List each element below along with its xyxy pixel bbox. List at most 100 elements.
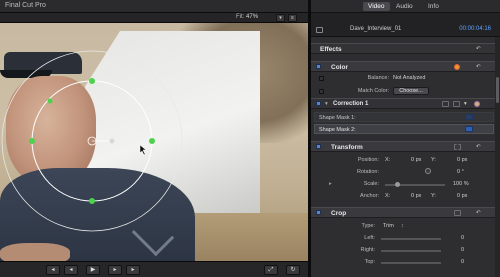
crop-left-label: Left: [364, 235, 375, 241]
transform-onscreen-icon[interactable] [454, 144, 461, 150]
next-frame-icon[interactable]: ▸ [126, 265, 140, 275]
crop-title: Crop [331, 210, 347, 217]
scale-slider-knob[interactable] [395, 182, 400, 187]
rotation-dial[interactable] [425, 168, 431, 174]
mask-handle-right[interactable] [149, 138, 155, 144]
position-y-label: Y: [431, 157, 436, 163]
step-forward-icon[interactable]: ▸ [108, 265, 122, 275]
crop-type-value[interactable]: Trim [383, 223, 394, 229]
position-y-value[interactable]: 0 px [457, 157, 467, 163]
transform-enable-checkbox[interactable] [316, 144, 321, 149]
crop-top-label: Top: [364, 259, 375, 265]
effects-title: Effects [320, 46, 342, 53]
zoom-value: 47% [246, 14, 259, 20]
scroll-thumb[interactable] [496, 77, 499, 103]
correction-title: Correction 1 [333, 101, 369, 107]
anchor-y-value[interactable]: 0 px [457, 193, 467, 199]
crop-right-slider[interactable] [381, 250, 441, 252]
shape-mask-1-label: Shape Mask 1: [319, 115, 356, 121]
rotation-value[interactable]: 0 ° [457, 169, 464, 175]
reset-effects-icon[interactable]: ↶ [476, 46, 481, 52]
crop-left-slider[interactable] [381, 238, 441, 240]
crop-left-value[interactable]: 0 [461, 235, 464, 241]
color-section-header[interactable]: Color ↶ [311, 61, 495, 72]
crop-top-slider[interactable] [381, 262, 441, 264]
correction-enable-checkbox[interactable] [316, 101, 321, 106]
previous-frame-icon[interactable]: ◂ [46, 265, 60, 275]
mask-handle-bottom[interactable] [89, 198, 95, 204]
crop-top-value[interactable]: 0 [461, 259, 464, 265]
loop-icon[interactable]: ↻ [286, 265, 300, 275]
color-enable-checkbox[interactable] [316, 64, 321, 69]
video-frame[interactable] [0, 23, 308, 261]
scale-label: Scale: [363, 181, 379, 187]
crop-enable-checkbox[interactable] [316, 210, 321, 215]
scale-slider[interactable] [385, 184, 445, 186]
clip-name: Dave_Interview_01 [350, 26, 402, 32]
shape-mask-2-row[interactable]: Shape Mask 2: [314, 124, 494, 134]
match-color-checkbox[interactable] [319, 89, 324, 94]
mask-rotation-handle[interactable] [109, 138, 115, 144]
crop-onscreen-icon[interactable] [454, 210, 461, 216]
crop-section-header[interactable]: Crop ↶ [311, 207, 495, 218]
anchor-x-value[interactable]: 0 px [411, 193, 421, 199]
scale-value[interactable]: 100 % [453, 181, 469, 187]
zoom-menu-icon[interactable]: ▾ [276, 14, 285, 22]
viewer-toolbar: Fit: 47% ▾ ≡ [0, 13, 308, 23]
reset-color-icon[interactable]: ↶ [476, 64, 481, 70]
position-label: Position: [357, 157, 379, 163]
anchor-label: Anchor: [360, 193, 379, 199]
position-x-label: X: [385, 157, 391, 163]
view-options-icon[interactable]: ≡ [288, 14, 297, 22]
zoom-control[interactable]: Fit: 47% [236, 14, 258, 20]
play-icon[interactable]: ▶ [86, 265, 100, 275]
reset-transform-icon[interactable]: ↶ [476, 144, 481, 150]
clip-icon [316, 27, 323, 33]
title-bar: Final Cut Pro [0, 0, 308, 13]
mask-handle-top[interactable] [89, 78, 95, 84]
add-color-mask-icon[interactable] [453, 101, 460, 107]
mouse-cursor-icon [139, 144, 147, 156]
step-back-icon[interactable]: ◂ [64, 265, 78, 275]
color-title: Color [331, 64, 348, 71]
fullscreen-icon[interactable]: ⤢ [264, 265, 278, 275]
clip-header: Dave_Interview_01 00:00:04:16 [311, 13, 500, 37]
crop-type-label: Type: [361, 223, 375, 229]
crop-right-label: Right: [360, 247, 375, 253]
final-cut-window: Final Cut Pro Fit: 47% ▾ ≡ ◂ ◂ ▶ ▸ ▸ ⤢ ↻… [0, 0, 500, 277]
shape-mask-overlay[interactable] [0, 23, 308, 261]
effects-header[interactable]: Effects ↶ [311, 43, 495, 54]
mask-handle-left[interactable] [29, 138, 35, 144]
balance-label: Balance: [367, 75, 389, 81]
mask-handle-corner[interactable] [47, 98, 53, 104]
shape-mask-1-row[interactable]: Shape Mask 1: [314, 112, 494, 122]
shape-mask-1-toggle-icon[interactable] [465, 114, 473, 120]
anchor-y-label: Y: [431, 193, 436, 199]
tab-audio[interactable]: Audio [391, 2, 418, 11]
fit-label: Fit: [236, 14, 245, 20]
transport-bar: ◂ ◂ ▶ ▸ ▸ ⤢ ↻ [0, 261, 308, 277]
anchor-x-label: X: [385, 193, 391, 199]
balance-checkbox[interactable] [319, 76, 324, 81]
correction-row[interactable]: ▾ Correction 1 ▾ [311, 98, 495, 109]
crop-right-value[interactable]: 0 [461, 247, 464, 253]
app-title: Final Cut Pro [5, 2, 46, 9]
crop-type-dropdown-icon[interactable]: ↕ [401, 223, 404, 229]
position-x-value[interactable]: 0 px [411, 157, 421, 163]
correction-color-icon[interactable] [474, 101, 480, 107]
reset-crop-icon[interactable]: ↶ [476, 210, 481, 216]
transform-section-header[interactable]: Transform ↶ [311, 141, 495, 152]
choose-button[interactable]: Choose... [393, 87, 429, 95]
inspector-scrollbar[interactable] [495, 37, 500, 277]
rotation-label: Rotation: [356, 169, 379, 175]
mask-dropdown-icon[interactable]: ▾ [464, 101, 467, 107]
color-board-icon[interactable] [454, 64, 460, 70]
disclosure-triangle-icon[interactable]: ▾ [325, 101, 328, 107]
balance-value: Not Analyzed [393, 75, 426, 81]
tab-info[interactable]: Info [423, 2, 444, 11]
shape-mask-2-toggle-icon[interactable] [465, 126, 473, 132]
add-shape-mask-icon[interactable] [442, 101, 449, 107]
match-color-label: Match Color: [357, 88, 389, 94]
inspector-tabs: Video Audio Info [311, 0, 500, 13]
tab-video[interactable]: Video [363, 2, 390, 11]
